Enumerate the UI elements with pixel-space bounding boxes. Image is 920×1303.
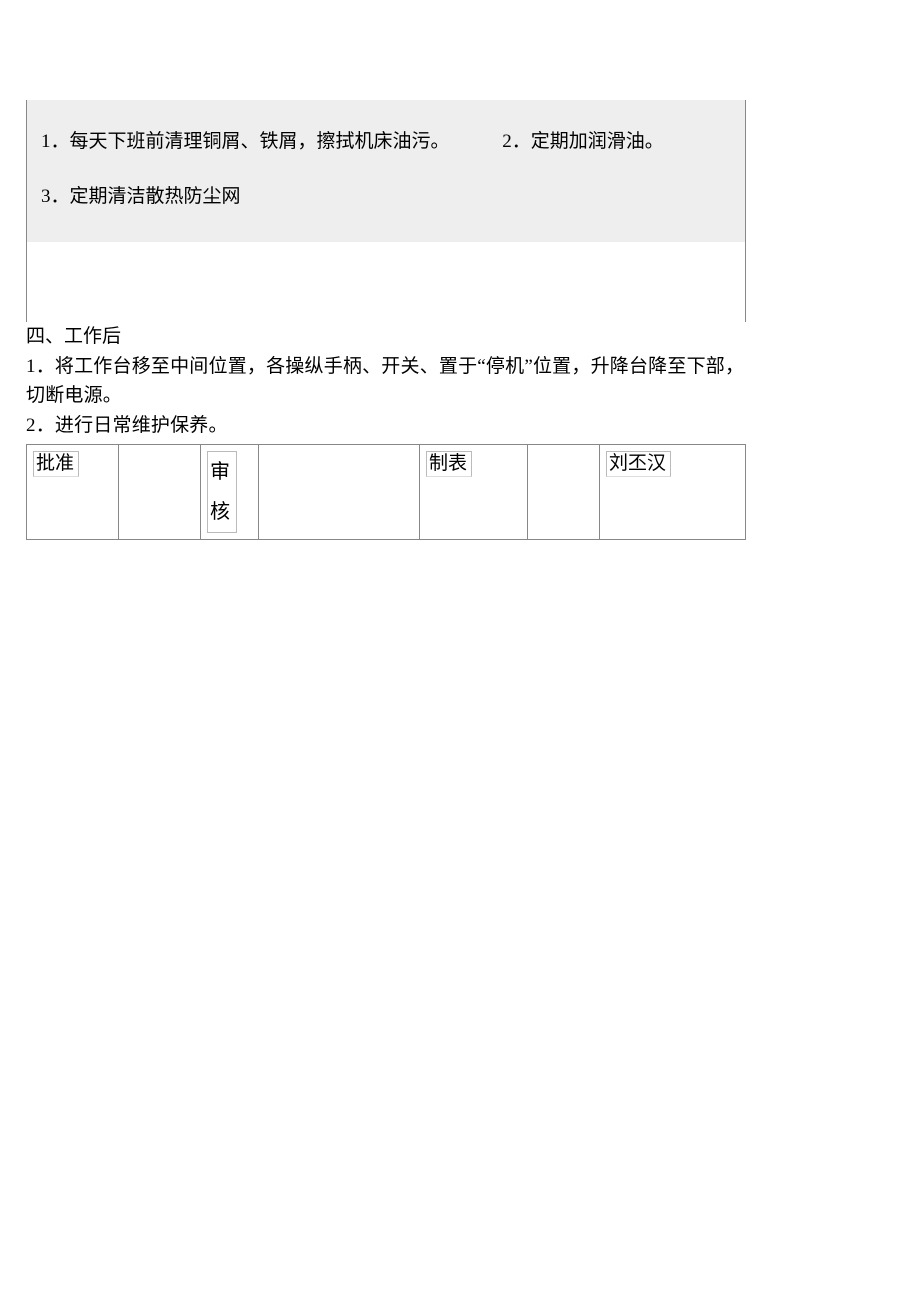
maintenance-item: 1．每天下班前清理铜屑、铁屑，擦拭机床油污。 — [41, 131, 450, 152]
section-item: 2．进行日常维护保养。 — [26, 411, 746, 440]
review-label-cell: 审核 — [201, 444, 259, 539]
section-heading: 四、工作后 — [26, 322, 746, 351]
prepare-value-cell: 刘丕汉 — [600, 444, 746, 539]
approve-label-cell: 批准 — [27, 444, 119, 539]
approve-label: 批准 — [33, 451, 79, 477]
maintenance-item: 2．定期加润滑油。 — [502, 131, 664, 152]
review-value-cell — [259, 444, 420, 539]
section-after-work: 四、工作后 1．将工作台移至中间位置，各操纵手柄、开关、置于“停机”位置，升降台… — [26, 322, 746, 444]
spacer-cell — [528, 444, 600, 539]
prepare-label-cell: 制表 — [420, 444, 528, 539]
maintenance-row: 1．每天下班前清理铜屑、铁屑，擦拭机床油污。 2．定期加润滑油。 — [41, 114, 735, 169]
table-row: 批准 审核 制表 刘丕汉 — [27, 444, 746, 539]
maintenance-item: 3．定期清洁散热防尘网 — [41, 186, 241, 207]
section-item: 1．将工作台移至中间位置，各操纵手柄、开关、置于“停机”位置，升降台降至下部，切… — [26, 352, 746, 411]
maintenance-row: 3．定期清洁散热防尘网 — [41, 169, 735, 224]
review-label: 审核 — [207, 451, 237, 533]
prepare-value: 刘丕汉 — [606, 451, 671, 477]
maintenance-block: 1．每天下班前清理铜屑、铁屑，擦拭机床油污。 2．定期加润滑油。 3．定期清洁散… — [26, 100, 746, 242]
prepare-label: 制表 — [426, 451, 472, 477]
approve-value-cell — [119, 444, 201, 539]
document-body: 1．每天下班前清理铜屑、铁屑，擦拭机床油污。 2．定期加润滑油。 3．定期清洁散… — [26, 100, 746, 540]
signoff-table: 批准 审核 制表 刘丕汉 — [26, 444, 746, 540]
spacer — [26, 242, 746, 322]
